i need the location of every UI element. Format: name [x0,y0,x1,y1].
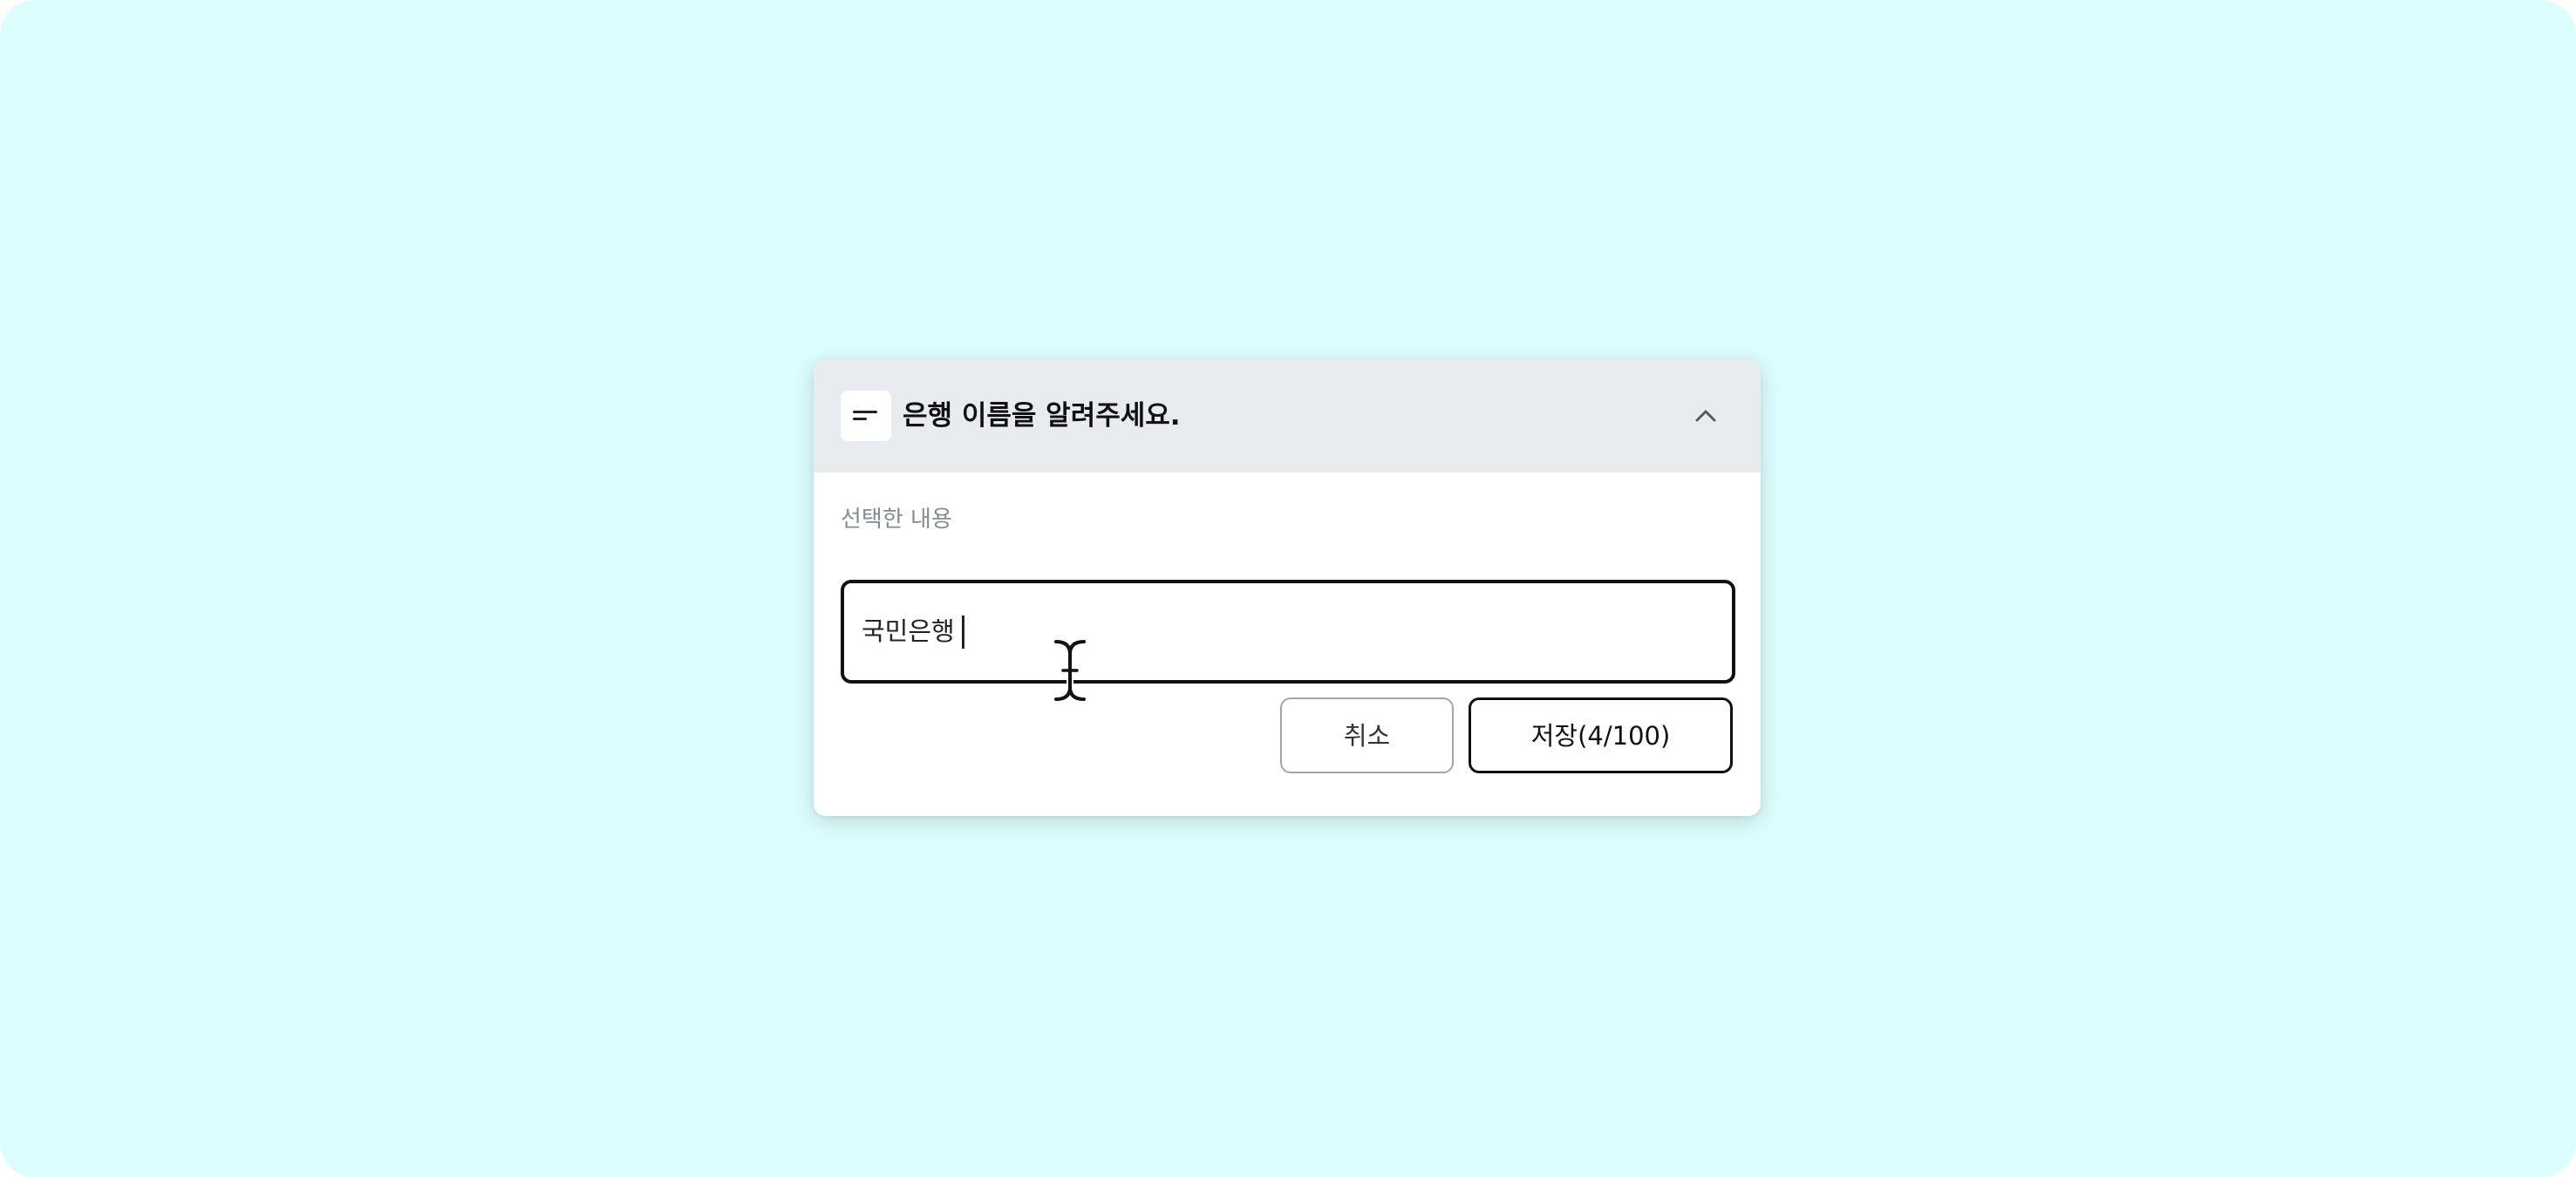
selected-content-label: 선택한 내용 [841,507,952,533]
cancel-button[interactable]: 취소 [1280,697,1454,773]
chevron-up-icon [1695,410,1716,422]
question-dialog: 은행 이름을 알려주세요. 선택한 내용 국민은행 취소 저장(4/100) [814,359,1761,816]
short-text-icon [841,391,891,441]
collapse-button[interactable] [1684,394,1728,438]
dialog-header[interactable]: 은행 이름을 알려주세요. [814,359,1761,473]
text-caret [962,616,964,649]
bank-name-input[interactable]: 국민은행 [841,580,1735,684]
save-button[interactable]: 저장(4/100) [1469,697,1733,773]
app-background: 은행 이름을 알려주세요. 선택한 내용 국민은행 취소 저장(4/100) [0,0,2576,1177]
dialog-title: 은행 이름을 알려주세요. [903,400,1181,432]
input-value[interactable]: 국민은행 [862,583,955,680]
